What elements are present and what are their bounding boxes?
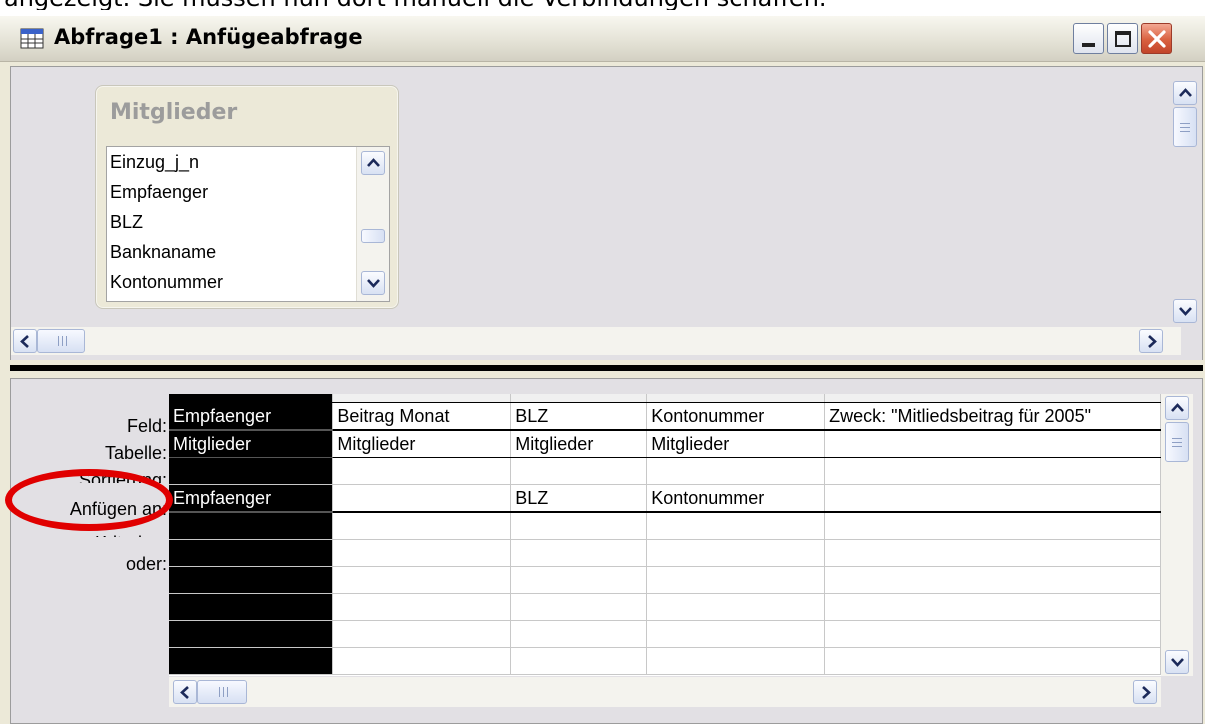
close-button[interactable] (1141, 23, 1172, 54)
row-label-tabelle: Tabelle: (104, 443, 167, 463)
grid-scroll-up-button[interactable] (1165, 396, 1189, 420)
minimize-icon (1082, 43, 1095, 47)
column-selector-row[interactable] (169, 394, 1161, 403)
query-window: Abfrage1 : Anfügeabfrage Mitglieder Einz… (0, 16, 1205, 724)
column-selector[interactable] (332, 394, 512, 403)
scroll-thumb[interactable] (361, 229, 385, 243)
chevron-up-icon (1179, 88, 1192, 97)
design-grid-pane: Feld: Tabelle: Sortierung: Anfügen an: K… (5, 378, 1203, 724)
grid-h-scroll-thumb[interactable] (197, 680, 247, 704)
chevron-left-icon (180, 686, 189, 699)
grid-row-sortierung (169, 457, 1161, 485)
grid-scroll-left-button[interactable] (173, 680, 197, 704)
pane-scroll-down-button[interactable] (1173, 299, 1197, 323)
grid-cell[interactable]: Zweck: "Mitliedsbeitrag für 2005" (824, 402, 1161, 431)
grid-cell[interactable] (169, 457, 334, 485)
grid-cell[interactable]: Mitglieder (646, 430, 826, 458)
table-fieldlist-window[interactable]: Mitglieder Einzug_j_n Empfaenger BLZ Ban… (95, 85, 399, 309)
grid-row-empty (169, 620, 1161, 648)
scroll-right-button[interactable] (1139, 329, 1163, 353)
column-selector[interactable] (646, 394, 826, 403)
grid-cell[interactable] (824, 430, 1161, 458)
grid-row-feld: Empfaenger Beitrag Monat BLZ Kontonummer… (169, 402, 1161, 431)
grid-cell[interactable]: Mitglieder (169, 430, 334, 458)
grid-cell[interactable]: Mitglieder (510, 430, 648, 458)
h-scroll-thumb[interactable] (37, 329, 85, 353)
query-icon (20, 28, 44, 49)
grid-row-oder (169, 539, 1161, 567)
field-item[interactable]: Empfaenger (107, 177, 389, 207)
chevron-left-icon (20, 335, 29, 348)
grid-cell[interactable]: BLZ (510, 402, 648, 431)
grid-cell[interactable] (824, 457, 1161, 485)
grid-cell[interactable]: Mitglieder (332, 430, 512, 458)
grid-cell[interactable]: Kontonummer (646, 402, 826, 431)
grid-cell[interactable] (646, 457, 826, 485)
fieldlist-scrollbar[interactable] (356, 147, 389, 301)
field-item[interactable]: Banknaname (107, 237, 389, 267)
grid-vertical-scrollbar[interactable] (1161, 394, 1193, 676)
chevron-right-icon (1148, 335, 1157, 348)
chevron-down-icon (1179, 307, 1192, 316)
field-item[interactable]: Einzug_j_n (107, 147, 389, 177)
maximize-button[interactable] (1107, 23, 1138, 54)
column-selector[interactable] (169, 394, 334, 403)
table-title: Mitglieder (110, 100, 238, 125)
pane-scroll-up-button[interactable] (1173, 81, 1197, 105)
grid-row-tabelle: Mitglieder Mitglieder Mitglieder Mitglie… (169, 430, 1161, 458)
pane-horizontal-scrollbar[interactable] (11, 327, 1181, 355)
column-selector[interactable] (510, 394, 648, 403)
grid-scroll-right-button[interactable] (1133, 680, 1157, 704)
grid-cell[interactable]: Empfaenger (169, 402, 334, 431)
grid-row-anfuegen: Empfaenger BLZ Kontonummer (169, 484, 1161, 513)
grid-cell[interactable]: Beitrag Monat (332, 402, 512, 431)
grid-cell[interactable] (332, 457, 512, 485)
page-caption: angezeigt. Sie müssen nun dort manuell d… (4, 0, 1204, 10)
grid-cell[interactable] (510, 457, 648, 485)
column-selector[interactable] (824, 394, 1161, 403)
scroll-left-button[interactable] (13, 329, 37, 353)
grid-row-kriterien (169, 512, 1161, 540)
grid-horizontal-scrollbar[interactable] (169, 677, 1161, 707)
title-bar[interactable]: Abfrage1 : Anfügeabfrage (0, 16, 1205, 62)
chevron-up-icon (367, 158, 380, 167)
field-list[interactable]: Einzug_j_n Empfaenger BLZ Banknaname Kon… (106, 146, 390, 302)
row-label-feld: Feld: (126, 416, 167, 436)
field-item[interactable]: BLZ (107, 207, 389, 237)
chevron-right-icon (1142, 686, 1151, 699)
chevron-up-icon (1171, 403, 1184, 412)
grid-scroll-down-button[interactable] (1165, 650, 1189, 674)
field-item[interactable]: Kontonummer (107, 267, 389, 297)
scroll-down-button[interactable] (361, 271, 385, 295)
highlight-annotation-ellipse (5, 469, 173, 531)
chevron-down-icon (367, 279, 380, 288)
chevron-down-icon (1171, 658, 1184, 667)
pane-scroll-thumb[interactable] (1173, 107, 1197, 147)
maximize-icon (1115, 31, 1131, 47)
grid-cell[interactable]: Kontonummer (646, 484, 826, 513)
minimize-button[interactable] (1073, 23, 1104, 54)
table-pane: Mitglieder Einzug_j_n Empfaenger BLZ Ban… (10, 66, 1203, 362)
window-title: Abfrage1 : Anfügeabfrage (54, 25, 363, 49)
grid-cell[interactable]: BLZ (510, 484, 648, 513)
grid-cell[interactable] (332, 484, 512, 513)
grid-row-empty (169, 647, 1161, 675)
grid-cell[interactable]: Empfaenger (169, 484, 334, 513)
grid-row-empty (169, 566, 1161, 594)
grid-cell[interactable] (824, 484, 1161, 513)
query-design-grid[interactable]: Empfaenger Beitrag Monat BLZ Kontonummer… (169, 394, 1161, 676)
grid-scroll-thumb[interactable] (1165, 422, 1189, 462)
scroll-up-button[interactable] (361, 151, 385, 175)
grid-row-empty (169, 593, 1161, 621)
pane-splitter[interactable] (0, 360, 1205, 378)
close-icon (1148, 30, 1166, 48)
row-label-oder: oder: (125, 554, 167, 574)
